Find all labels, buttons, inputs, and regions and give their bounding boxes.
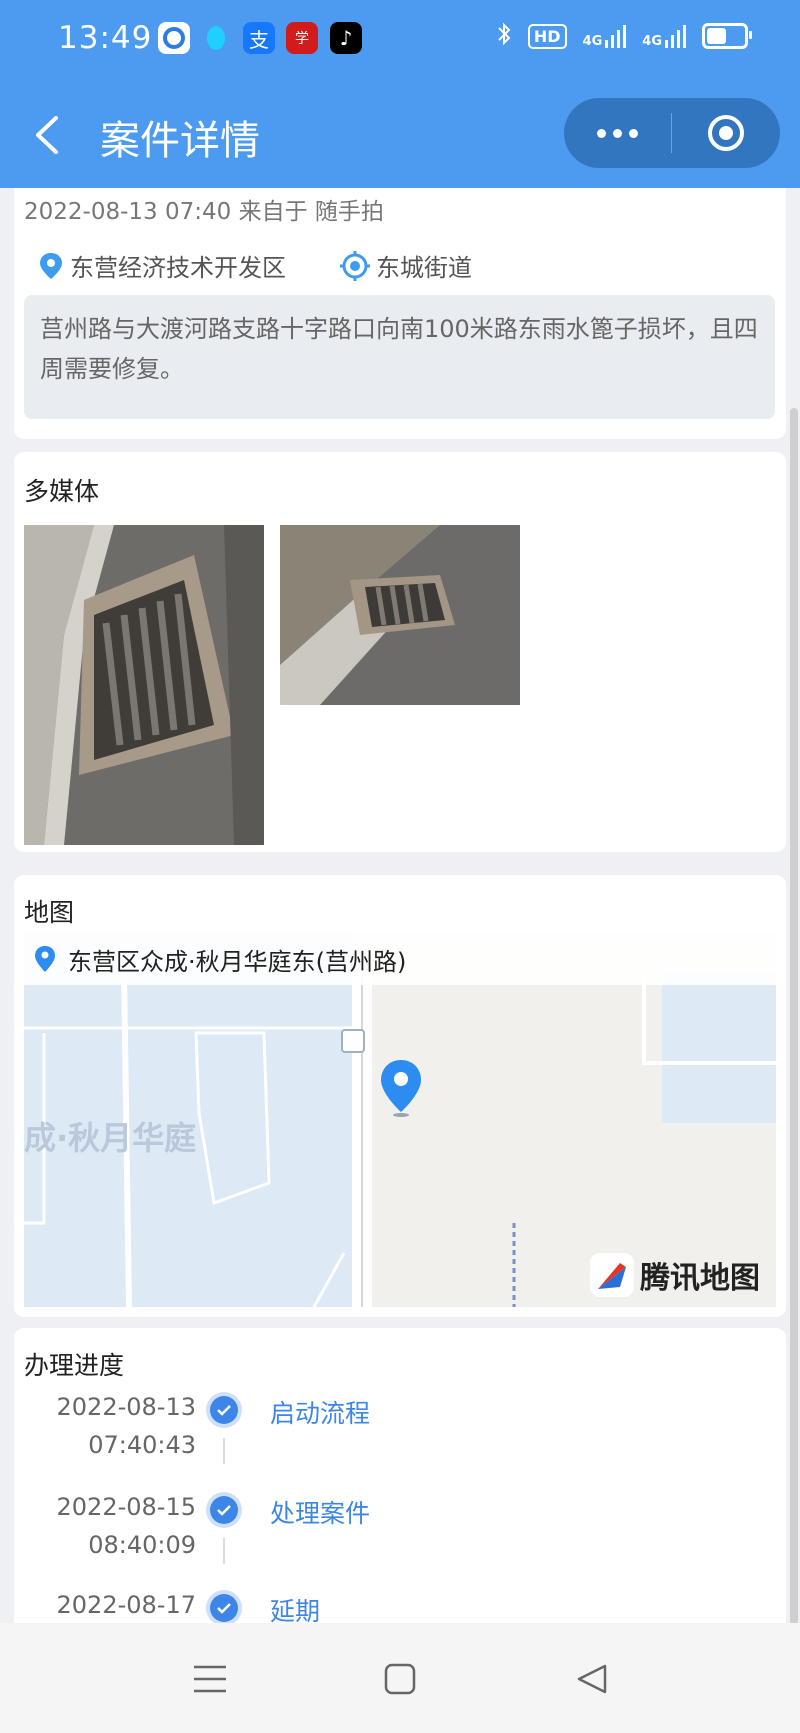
map-area-label: 成·秋月华庭	[24, 1119, 197, 1157]
map-marker-icon	[381, 1060, 421, 1117]
signal-2: 4G	[642, 24, 686, 48]
step-3-date: 2022-08-17	[56, 1591, 196, 1619]
home-square-icon	[384, 1663, 416, 1695]
back-triangle-icon	[577, 1664, 607, 1694]
district-tag: 东营经济技术开发区	[38, 248, 286, 283]
case-info-card: 2022-08-13 07:40 来自于 随手拍 东营经济技术开发区 东城街道 …	[14, 188, 786, 439]
tencent-map-logo: 腾讯地图	[590, 1253, 760, 1297]
location-pin-icon	[40, 252, 62, 279]
qq-icon	[200, 22, 232, 54]
hd-badge: HD	[527, 23, 567, 49]
status-bar: 13:49 支 学 ♪ HD 4G 4G	[0, 0, 800, 80]
step-2-datetime: 2022-08-15 08:40:09	[26, 1488, 196, 1564]
case-meta: 2022-08-13 07:40 来自于 随手拍	[24, 199, 384, 225]
menu-icon	[194, 1665, 226, 1693]
xuexi-icon: 学	[286, 22, 318, 54]
back-button[interactable]	[28, 110, 68, 160]
signal-1: 4G	[583, 24, 627, 48]
scroll-content[interactable]: 2022-08-13 07:40 来自于 随手拍 东营经济技术开发区 东城街道 …	[0, 188, 800, 1623]
map-title: 地图	[24, 898, 75, 927]
target-location-icon	[340, 250, 370, 281]
map-view[interactable]: 成·秋月华庭 东营区众成·秋月华庭东(莒州路) 腾讯地图	[24, 933, 776, 1307]
timeline-connector	[223, 1438, 225, 1464]
more-dots-icon	[597, 128, 606, 138]
alipay-icon: 支	[243, 22, 275, 54]
chevron-left-icon	[36, 116, 58, 154]
map-card: 地图 成·秋月华庭 东营区众成·秋月华庭东(莒州路) 腾讯地图	[14, 875, 786, 1317]
step-1-datetime: 2022-08-13 07:40:43	[26, 1388, 196, 1464]
location-pin-icon	[35, 946, 55, 972]
douyin-icon: ♪	[330, 22, 362, 54]
step-1-date: 2022-08-13	[56, 1393, 196, 1421]
system-navigation-bar	[0, 1623, 800, 1733]
step-2-date: 2022-08-15	[56, 1493, 196, 1521]
map-address-bar: 东营区众成·秋月华庭东(莒州路)	[24, 933, 776, 985]
timeline-connector	[223, 1538, 225, 1564]
bluetooth-icon	[496, 22, 512, 50]
step-2-time: 08:40:09	[88, 1531, 196, 1559]
signal-bars-icon	[665, 25, 686, 48]
drain-grate-photo-1[interactable]	[24, 525, 264, 845]
scrollbar[interactable]	[790, 408, 798, 1623]
progress-card: 办理进度 2022-08-13 07:40:43 启动流程 2022-08-15…	[14, 1328, 786, 1623]
page-title: 案件详情	[100, 118, 260, 164]
status-time: 13:49	[58, 20, 153, 56]
step-3-datetime: 2022-08-17	[26, 1586, 196, 1623]
check-circle-icon	[206, 1392, 242, 1428]
drain-grate-photo-2[interactable]	[280, 525, 520, 705]
street-label: 东城街道	[376, 254, 472, 282]
battery-icon	[702, 23, 752, 49]
target-circle-icon	[707, 115, 744, 151]
more-button[interactable]	[564, 98, 671, 168]
step-2-label[interactable]: 处理案件	[270, 1494, 370, 1530]
signal-2-label: 4G	[642, 34, 662, 49]
media-card: 多媒体	[14, 452, 786, 852]
tencent-map-icon	[590, 1253, 634, 1297]
menu-button[interactable]	[180, 1649, 240, 1709]
miniprogram-capsule	[564, 98, 780, 168]
district-label: 东营经济技术开发区	[70, 254, 286, 282]
close-miniprogram-button[interactable]	[672, 98, 779, 168]
step-3-label[interactable]: 延期	[270, 1592, 320, 1623]
step-1-label[interactable]: 启动流程	[270, 1394, 370, 1430]
status-indicators: HD 4G 4G	[496, 22, 752, 50]
case-description: 莒州路与大渡河路支路十字路口向南100米路东雨水篦子损坏，且四周需要修复。	[24, 295, 775, 419]
check-circle-icon	[206, 1492, 242, 1528]
system-back-button[interactable]	[562, 1649, 622, 1709]
signal-1-label: 4G	[582, 34, 603, 49]
camera-app-icon	[158, 22, 190, 54]
home-button[interactable]	[370, 1649, 430, 1709]
check-circle-icon	[206, 1590, 242, 1623]
signal-bars-icon	[605, 25, 627, 48]
map-provider: 腾讯地图	[640, 1261, 760, 1296]
app-header: 13:49 支 学 ♪ HD 4G 4G 案件详情	[0, 0, 800, 188]
step-1-time: 07:40:43	[88, 1431, 196, 1459]
street-tag: 东城街道	[340, 248, 472, 283]
map-address: 东营区众成·秋月华庭东(莒州路)	[68, 947, 407, 976]
media-title: 多媒体	[24, 477, 100, 506]
progress-title: 办理进度	[24, 1351, 125, 1380]
